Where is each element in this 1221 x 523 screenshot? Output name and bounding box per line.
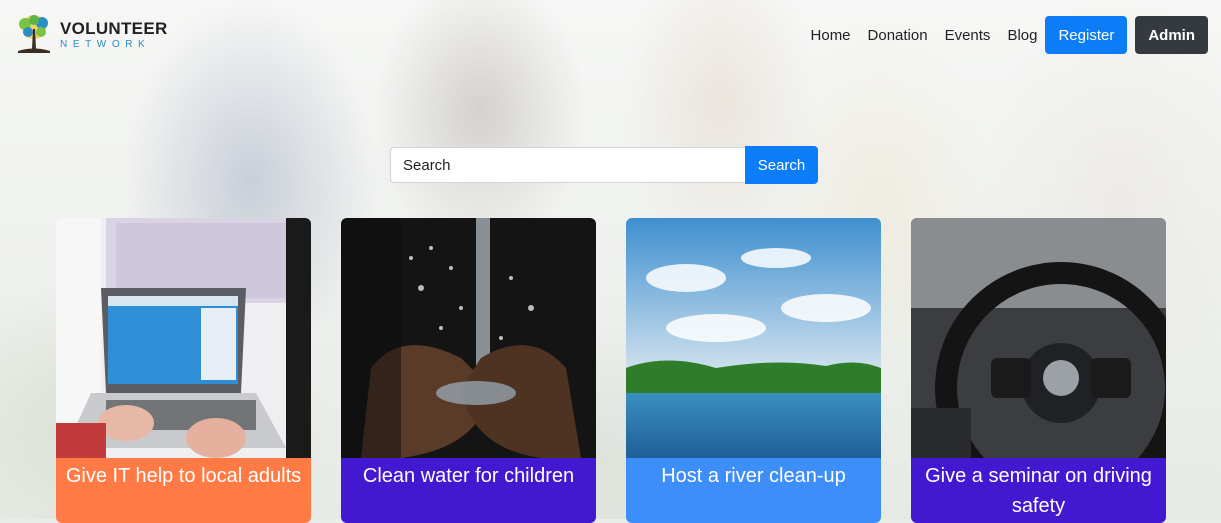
register-button[interactable]: Register — [1045, 16, 1128, 54]
opportunity-card-it-help[interactable]: Give IT help to local adults — [56, 218, 311, 523]
card-title: Host a river clean-up — [626, 458, 881, 523]
card-image-river — [626, 218, 881, 458]
card-title: Give a seminar on driving safety — [911, 458, 1166, 523]
top-nav: Home Donation Events Blog Register Admin — [811, 16, 1208, 54]
card-image-water-hands — [341, 218, 596, 458]
brand-logo[interactable]: VOLUNTEER NETWORK — [14, 13, 168, 57]
card-image-steering-wheel — [911, 218, 1166, 458]
search-button[interactable]: Search — [745, 146, 818, 184]
card-image-laptop — [56, 218, 311, 458]
nav-blog-link[interactable]: Blog — [1007, 27, 1037, 44]
tree-logo-icon — [18, 15, 50, 53]
admin-button[interactable]: Admin — [1135, 16, 1208, 54]
search-input[interactable] — [390, 147, 745, 183]
nav-home-link[interactable]: Home — [811, 27, 851, 44]
nav-events-link[interactable]: Events — [945, 27, 991, 44]
card-title: Clean water for children — [341, 458, 596, 523]
brand-tagline: NETWORK — [60, 39, 151, 50]
opportunity-card-driving-safety[interactable]: Give a seminar on driving safety — [911, 218, 1166, 523]
search-bar: Search — [390, 146, 818, 184]
opportunity-card-clean-water[interactable]: Clean water for children — [341, 218, 596, 523]
brand-name: VOLUNTEER — [60, 19, 168, 38]
nav-donation-link[interactable]: Donation — [868, 27, 928, 44]
opportunity-card-river-cleanup[interactable]: Host a river clean-up — [626, 218, 881, 523]
card-title: Give IT help to local adults — [56, 458, 311, 523]
